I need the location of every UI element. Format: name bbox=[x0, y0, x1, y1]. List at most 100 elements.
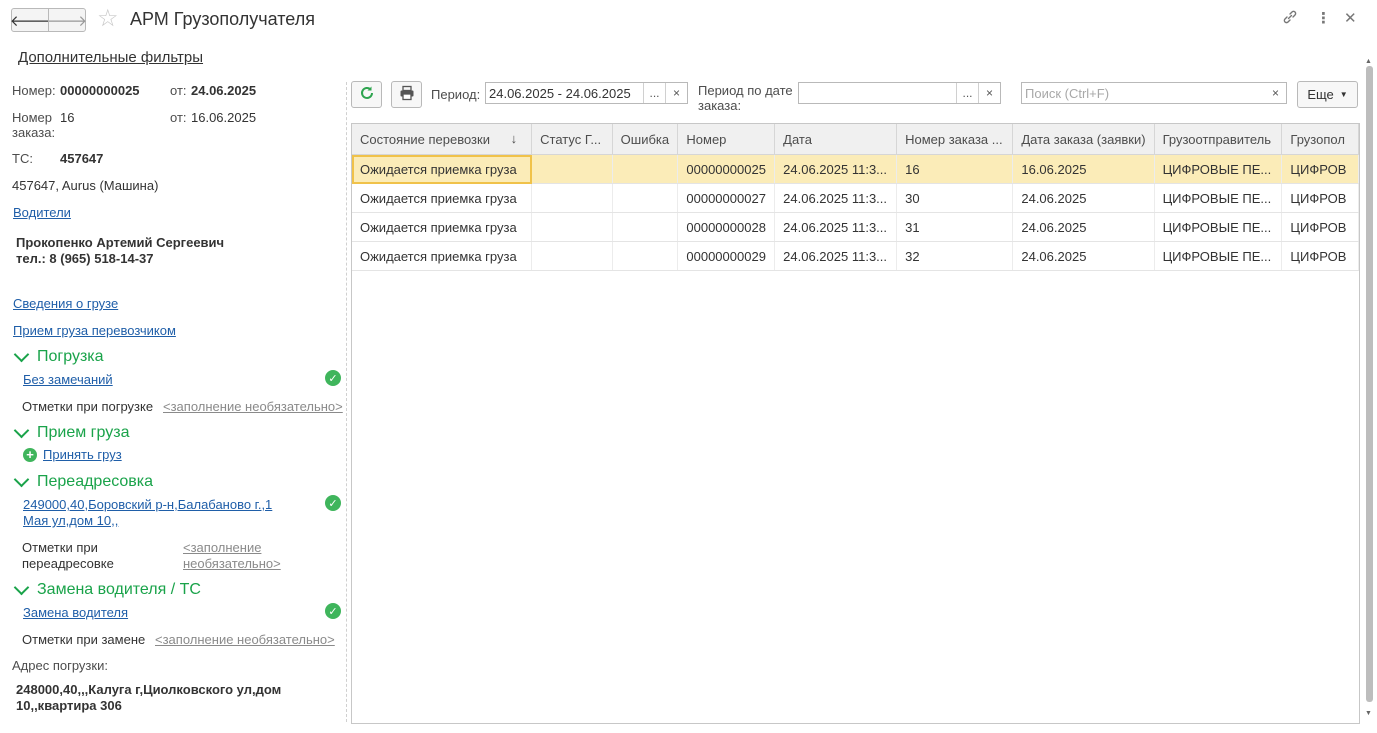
table-cell[interactable]: 00000000028 bbox=[677, 212, 776, 242]
more-button[interactable]: Еще ▼ bbox=[1297, 81, 1358, 108]
table-cell[interactable] bbox=[531, 212, 613, 242]
table-cell[interactable]: 00000000029 bbox=[677, 241, 776, 271]
loading-group-header[interactable]: Погрузка bbox=[13, 346, 104, 366]
table-cell[interactable]: 16.06.2025 bbox=[1012, 154, 1155, 184]
period-select-button[interactable]: ... bbox=[643, 83, 665, 103]
cargo-info-link[interactable]: Сведения о грузе bbox=[13, 296, 118, 311]
additional-filters-link[interactable]: Дополнительные фильтры bbox=[18, 49, 203, 66]
replace-group-header[interactable]: Замена водителя / ТС bbox=[13, 579, 201, 599]
table-cell[interactable]: 32 bbox=[896, 241, 1014, 271]
loading-status-link[interactable]: Без замечаний bbox=[23, 372, 113, 387]
table-cell[interactable]: ЦИФРОВ bbox=[1281, 241, 1359, 271]
table-cell[interactable]: 24.06.2025 bbox=[1012, 241, 1155, 271]
period-clear-button[interactable]: × bbox=[665, 83, 687, 103]
table-cell[interactable] bbox=[531, 154, 613, 184]
search-clear-button[interactable]: × bbox=[1265, 83, 1286, 103]
table-cell[interactable]: 00000000027 bbox=[677, 183, 776, 213]
table-cell[interactable]: Ожидается приемка груза bbox=[352, 212, 533, 242]
order-from-label: от: bbox=[170, 110, 187, 125]
vertical-scrollbar[interactable]: ▲ ▼ bbox=[1365, 58, 1374, 722]
table-cell[interactable]: ЦИФРОВЫЕ ПЕ... bbox=[1154, 183, 1283, 213]
ts-label: ТС: bbox=[12, 151, 33, 166]
replace-driver-link[interactable]: Замена водителя bbox=[23, 605, 128, 620]
favorite-star-icon[interactable]: ☆ bbox=[97, 6, 119, 32]
table-cell[interactable]: 24.06.2025 bbox=[1012, 212, 1155, 242]
column-header[interactable]: Статус Г... bbox=[531, 124, 613, 155]
table-cell[interactable]: ЦИФРОВЫЕ ПЕ... bbox=[1154, 241, 1283, 271]
table-cell[interactable]: ЦИФРОВ bbox=[1281, 212, 1359, 242]
column-header[interactable]: Грузоотправитель bbox=[1154, 124, 1283, 155]
table-cell[interactable]: 24.06.2025 11:3... bbox=[774, 154, 898, 184]
accept-cargo-link[interactable]: Принять груз bbox=[43, 447, 122, 462]
table-row[interactable]: Ожидается приемка груза 00000000027 24.06.… bbox=[352, 183, 1359, 213]
refresh-button[interactable] bbox=[351, 81, 382, 108]
table-cell[interactable]: 00000000025 bbox=[677, 154, 776, 184]
chevron-down-icon bbox=[13, 346, 30, 363]
forward-button[interactable]: 🡒 bbox=[47, 8, 87, 32]
table-cell[interactable]: 24.06.2025 11:3... bbox=[774, 183, 898, 213]
print-button[interactable] bbox=[391, 81, 422, 108]
back-button[interactable]: 🡐 bbox=[9, 8, 51, 32]
table-cell[interactable]: 16 bbox=[896, 154, 1014, 184]
redirect-address-link[interactable]: 249000,40,Боровский р-н,Балабаново г.,1 … bbox=[23, 497, 298, 529]
table-cell[interactable]: ЦИФРОВЫЕ ПЕ... bbox=[1154, 154, 1283, 184]
order-period-field[interactable]: ... × bbox=[798, 82, 1001, 104]
scroll-up-icon[interactable]: ▲ bbox=[1365, 58, 1372, 65]
column-header[interactable]: Номер bbox=[677, 124, 776, 155]
link-icon[interactable] bbox=[1282, 9, 1298, 29]
scrollbar-thumb[interactable] bbox=[1366, 66, 1373, 702]
column-header[interactable]: Дата заказа (заявки) bbox=[1012, 124, 1155, 155]
scroll-down-icon[interactable]: ▼ bbox=[1365, 710, 1372, 717]
table-cell[interactable] bbox=[612, 154, 679, 184]
table-cell[interactable]: 24.06.2025 bbox=[1012, 183, 1155, 213]
table-row[interactable]: Ожидается приемка груза 00000000025 24.06.… bbox=[352, 154, 1359, 184]
load-address-label: Адрес погрузки: bbox=[12, 658, 108, 673]
loading-notes-label: Отметки при погрузке bbox=[22, 399, 154, 414]
table-row[interactable]: Ожидается приемка груза 00000000028 24.06.… bbox=[352, 212, 1359, 242]
column-header[interactable]: Грузопол bbox=[1281, 124, 1359, 155]
order-period-select-button[interactable]: ... bbox=[956, 83, 978, 103]
number-date: 24.06.2025 bbox=[191, 83, 257, 98]
column-header[interactable]: Состояние перевозки ↓ bbox=[352, 124, 533, 155]
table-cell[interactable]: ЦИФРОВ bbox=[1281, 154, 1359, 184]
drivers-link[interactable]: Водители bbox=[13, 205, 71, 220]
table-cell[interactable] bbox=[531, 241, 613, 271]
receive-group-header[interactable]: Прием груза bbox=[13, 422, 129, 442]
table-cell[interactable]: 24.06.2025 11:3... bbox=[774, 241, 898, 271]
close-icon[interactable]: ✕ bbox=[1344, 9, 1357, 27]
page-title: АРМ Грузополучателя bbox=[130, 9, 315, 29]
order-period-clear-button[interactable]: × bbox=[978, 83, 1000, 103]
check-circle-icon: ✓ bbox=[325, 370, 341, 386]
arrow-left-icon: 🡐 bbox=[9, 12, 51, 30]
shipments-table[interactable]: Состояние перевозки ↓ Статус Г... Ошибка Ном… bbox=[351, 123, 1360, 724]
panel-divider[interactable] bbox=[346, 82, 347, 722]
more-vertical-icon[interactable]: ⋮ bbox=[1316, 9, 1331, 27]
column-header[interactable]: Дата bbox=[774, 124, 898, 155]
period-field[interactable]: 24.06.2025 - 24.06.2025 ... × bbox=[485, 82, 688, 104]
loading-notes-field[interactable]: <заполнение необязательно> bbox=[163, 399, 343, 414]
column-header[interactable]: Номер заказа ... bbox=[896, 124, 1014, 155]
table-cell[interactable] bbox=[531, 183, 613, 213]
table-cell[interactable]: 30 bbox=[896, 183, 1014, 213]
carrier-receive-link[interactable]: Прием груза перевозчиком bbox=[13, 323, 176, 338]
table-cell[interactable] bbox=[612, 241, 679, 271]
table-cell[interactable]: ЦИФРОВЫЕ ПЕ... bbox=[1154, 212, 1283, 242]
table-cell[interactable] bbox=[612, 212, 679, 242]
column-header[interactable]: Ошибка bbox=[612, 124, 679, 155]
search-input[interactable]: Поиск (Ctrl+F) × bbox=[1021, 82, 1287, 104]
table-cell[interactable]: Ожидается приемка груза bbox=[352, 183, 533, 213]
number-from-label: от: bbox=[170, 83, 187, 98]
loading-group-title: Погрузка bbox=[37, 348, 104, 365]
table-cell[interactable]: ЦИФРОВ bbox=[1281, 183, 1359, 213]
redirect-group-header[interactable]: Переадресовка bbox=[13, 471, 153, 491]
redirect-notes-field[interactable]: <заполнение необязательно> bbox=[183, 540, 303, 572]
table-cell[interactable]: 24.06.2025 11:3... bbox=[774, 212, 898, 242]
table-cell[interactable]: Ожидается приемка груза bbox=[352, 154, 533, 184]
accept-cargo-action[interactable]: + Принять груз bbox=[23, 447, 122, 462]
table-cell[interactable]: Ожидается приемка груза bbox=[352, 241, 533, 271]
table-row[interactable]: Ожидается приемка груза 00000000029 24.06.… bbox=[352, 241, 1359, 271]
period-label: Период: bbox=[431, 87, 481, 102]
table-cell[interactable] bbox=[612, 183, 679, 213]
table-cell[interactable]: 31 bbox=[896, 212, 1014, 242]
replace-notes-field[interactable]: <заполнение необязательно> bbox=[155, 632, 335, 647]
